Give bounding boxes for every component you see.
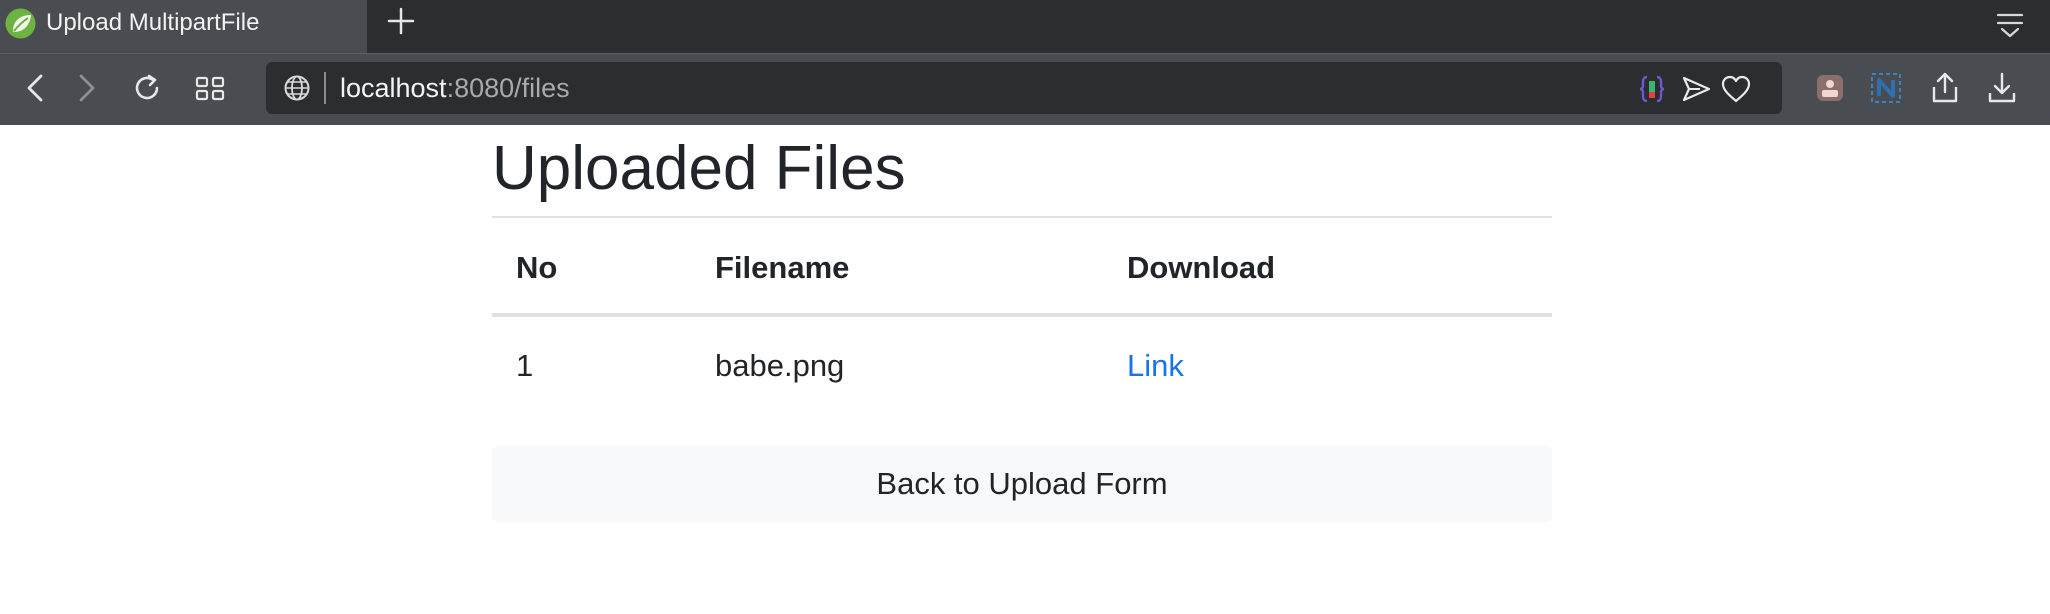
back-arrow-icon[interactable] xyxy=(18,70,54,106)
tab-title: Upload MultipartFile xyxy=(46,9,260,36)
spring-leaf-icon xyxy=(5,8,36,39)
reload-icon[interactable] xyxy=(129,70,165,106)
speed-dial-grid-icon[interactable] xyxy=(192,70,228,106)
browser-tab-active[interactable]: Upload MultipartFile xyxy=(0,0,367,53)
extension-avatar-icon[interactable] xyxy=(1812,70,1848,106)
download-link[interactable]: Link xyxy=(1127,348,1184,383)
url-port-path: :8080/files xyxy=(446,73,570,103)
page-viewport: Uploaded Files No Filename Download 1 ba… xyxy=(0,125,2050,614)
forward-arrow-icon[interactable] xyxy=(68,70,104,106)
table-row: 1 babe.png Link xyxy=(492,317,1552,415)
address-separator xyxy=(324,72,326,104)
column-header-download: Download xyxy=(1127,250,1276,285)
tab-list-menu-icon[interactable] xyxy=(1993,9,2027,43)
address-bar[interactable]: localhost:8080/files xyxy=(266,62,1782,114)
nimbus-capture-icon[interactable] xyxy=(1868,70,1904,106)
tab-strip: Upload MultipartFile xyxy=(0,0,2050,53)
new-tab-plus-icon[interactable] xyxy=(384,4,418,38)
cell-filename: babe.png xyxy=(715,348,845,383)
table-header-row: No Filename Download xyxy=(492,218,1552,318)
column-header-filename: Filename xyxy=(715,250,850,285)
downloads-icon[interactable] xyxy=(1984,70,2020,106)
page-title: Uploaded Files xyxy=(492,134,906,203)
heart-bookmark-icon[interactable] xyxy=(1720,73,1752,105)
url-text[interactable]: localhost:8080/files xyxy=(340,73,570,104)
back-to-upload-form-button[interactable]: Back to Upload Form xyxy=(492,446,1552,522)
share-upload-icon[interactable] xyxy=(1927,70,1963,106)
json-extension-icon[interactable] xyxy=(1636,73,1668,105)
globe-icon xyxy=(284,75,310,101)
send-arrow-icon[interactable] xyxy=(1680,73,1712,105)
cell-no: 1 xyxy=(516,348,534,383)
browser-toolbar: localhost:8080/files xyxy=(0,53,2050,125)
url-host: localhost xyxy=(340,73,447,103)
column-header-no: No xyxy=(516,250,558,285)
